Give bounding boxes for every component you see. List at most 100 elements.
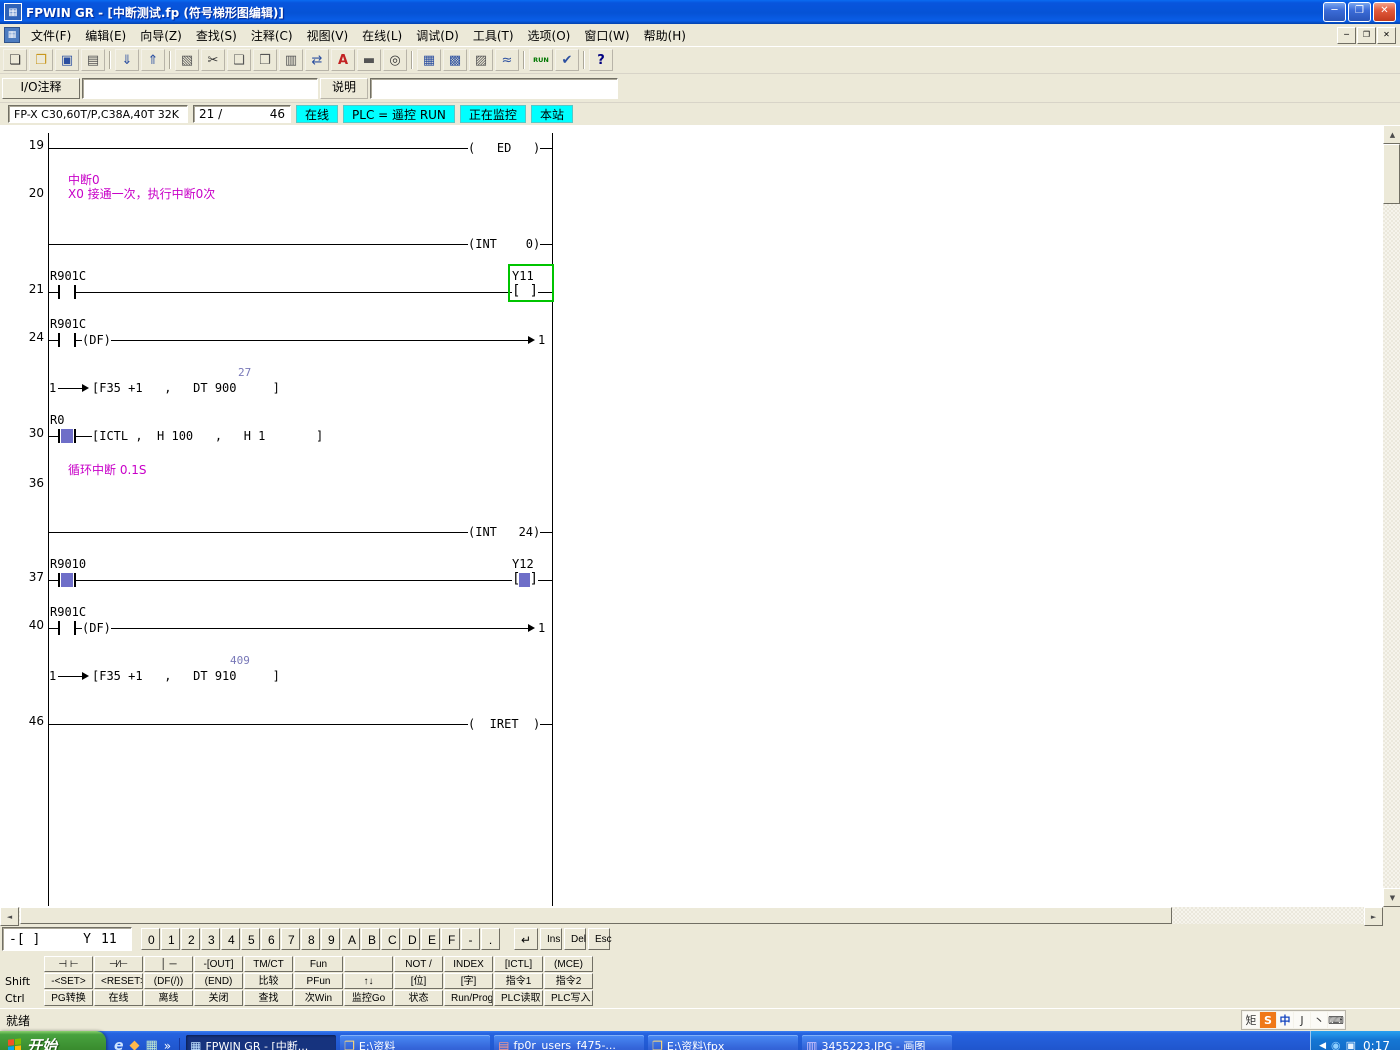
ed-instruction[interactable]: ( ED ) bbox=[468, 141, 540, 155]
taskbar-task-folder2[interactable]: ❐ E:\资料\fpx bbox=[648, 1035, 798, 1050]
fkey-button[interactable]: (END) bbox=[194, 973, 243, 989]
scroll-left-button[interactable]: ◄ bbox=[0, 907, 19, 926]
keypad-key[interactable]: E bbox=[421, 928, 440, 950]
select-mode-button[interactable]: ▧ bbox=[175, 49, 199, 71]
new-file-button[interactable]: ❏ bbox=[3, 49, 27, 71]
keypad-key[interactable]: 3 bbox=[201, 928, 220, 950]
ime-sogou-icon[interactable]: S bbox=[1260, 1012, 1276, 1028]
keypad-key[interactable]: 0 bbox=[141, 928, 160, 950]
contact-r901c[interactable] bbox=[58, 333, 76, 347]
program-check-button[interactable]: ✔ bbox=[555, 49, 579, 71]
keypad-key[interactable]: . bbox=[481, 928, 500, 950]
ime-chinese-icon[interactable]: 中 bbox=[1277, 1012, 1293, 1028]
ictl-instruction[interactable]: [ICTL , H 100 , H 1 ] bbox=[92, 429, 323, 443]
menu-options[interactable]: 选项(O) bbox=[521, 24, 578, 47]
child-restore-button[interactable]: ❐ bbox=[1357, 27, 1376, 44]
keypad-key[interactable]: D bbox=[401, 928, 420, 950]
delete-key[interactable]: Del bbox=[564, 928, 586, 950]
contact-r901c[interactable] bbox=[58, 285, 76, 299]
fkey-button[interactable]: 比较 bbox=[244, 973, 293, 989]
monitor-word-button[interactable]: ▩ bbox=[443, 49, 467, 71]
fkey-button[interactable]: 次Win bbox=[294, 990, 343, 1006]
ladder-canvas[interactable]: 19 20 21 24 30 36 37 40 46 ( ED ) 中断0 X0… bbox=[0, 125, 1383, 907]
contact-r901c[interactable] bbox=[58, 621, 76, 635]
fkey-button[interactable]: -<SET> bbox=[44, 973, 93, 989]
tray-icon[interactable]: ◉ bbox=[1331, 1039, 1341, 1050]
contact-r0-on[interactable] bbox=[58, 429, 76, 443]
keypad-key[interactable]: 7 bbox=[281, 928, 300, 950]
close-button[interactable]: ✕ bbox=[1373, 2, 1396, 22]
fkey-button[interactable]: 离线 bbox=[144, 990, 193, 1006]
io-comment-input[interactable] bbox=[82, 78, 318, 99]
fkey-button[interactable]: PLC读取 bbox=[494, 990, 543, 1006]
menu-window[interactable]: 窗口(W) bbox=[577, 24, 636, 47]
time-chart-button[interactable]: ≈ bbox=[495, 49, 519, 71]
run-prog-button[interactable]: RUN bbox=[529, 49, 553, 71]
fkey-button[interactable]: TM/CT bbox=[244, 956, 293, 972]
fkey-button[interactable]: NOT / bbox=[394, 956, 443, 972]
cut-button[interactable]: ✂ bbox=[201, 49, 225, 71]
ie-icon[interactable]: e bbox=[114, 1038, 124, 1050]
scroll-right-button[interactable]: ► bbox=[1364, 907, 1383, 926]
ime-keyboard-icon[interactable]: ⌨ bbox=[1328, 1012, 1344, 1028]
fkey-button[interactable]: ↑↓ bbox=[344, 973, 393, 989]
ime-punct-icon[interactable]: 丶 bbox=[1311, 1012, 1327, 1028]
fkey-button[interactable]: PFun bbox=[294, 973, 343, 989]
fkey-button[interactable]: [位] bbox=[394, 973, 443, 989]
scroll-up-button[interactable]: ▲ bbox=[1383, 125, 1400, 144]
fkey-button[interactable]: 关闭 bbox=[194, 990, 243, 1006]
vertical-scrollbar[interactable]: ▲ ▼ bbox=[1383, 125, 1400, 907]
f35-instruction[interactable]: [F35 +1 , DT 910 ] bbox=[92, 669, 280, 683]
status-display-button[interactable]: ▨ bbox=[469, 49, 493, 71]
keypad-key[interactable]: - bbox=[461, 928, 480, 950]
df-instruction[interactable]: (DF) bbox=[82, 333, 111, 347]
fkey-button[interactable]: -[OUT] bbox=[194, 956, 243, 972]
menu-online[interactable]: 在线(L) bbox=[355, 24, 409, 47]
f35-instruction[interactable]: [F35 +1 , DT 900 ] bbox=[92, 381, 280, 395]
fkey-button[interactable]: Run/Prog bbox=[444, 990, 493, 1006]
menu-help[interactable]: 帮助(H) bbox=[637, 24, 693, 47]
int0-instruction[interactable]: (INT 0) bbox=[468, 237, 540, 251]
fkey-button[interactable]: PG转换 bbox=[44, 990, 93, 1006]
taskbar-task-folder1[interactable]: ❐ E:\资料 bbox=[340, 1035, 490, 1050]
menu-file[interactable]: 文件(F) bbox=[24, 24, 78, 47]
child-close-button[interactable]: ✕ bbox=[1377, 27, 1396, 44]
fkey-button[interactable]: (MCE) bbox=[544, 956, 593, 972]
start-button[interactable]: 开始 bbox=[0, 1031, 106, 1050]
save-file-button[interactable]: ▣ bbox=[55, 49, 79, 71]
comment-button[interactable]: A bbox=[331, 49, 355, 71]
keypad-key[interactable]: C bbox=[381, 928, 400, 950]
help-button[interactable]: ? bbox=[589, 49, 613, 71]
menu-wizard[interactable]: 向导(Z) bbox=[133, 24, 189, 47]
plc-download-button[interactable]: ⇓ bbox=[115, 49, 139, 71]
menu-comment[interactable]: 注释(C) bbox=[244, 24, 300, 47]
chevron-icon[interactable]: » bbox=[164, 1039, 171, 1050]
quicklaunch-icon[interactable]: ◆ bbox=[130, 1038, 140, 1050]
menu-view[interactable]: 视图(V) bbox=[300, 24, 356, 47]
fkey-button[interactable]: INDEX bbox=[444, 956, 493, 972]
plc-upload-button[interactable]: ⇑ bbox=[141, 49, 165, 71]
keypad-key[interactable]: A bbox=[341, 928, 360, 950]
fkey-button[interactable]: 查找 bbox=[244, 990, 293, 1006]
tray-chevron-icon[interactable]: ◀ bbox=[1319, 1041, 1326, 1050]
vertical-scroll-track[interactable] bbox=[1383, 144, 1400, 888]
horizontal-scrollbar[interactable]: ◄ ► bbox=[0, 907, 1400, 924]
description-input[interactable] bbox=[370, 78, 618, 99]
minimize-button[interactable]: ─ bbox=[1323, 2, 1346, 22]
vertical-scroll-thumb[interactable] bbox=[1383, 144, 1400, 204]
int24-instruction[interactable]: (INT 24) bbox=[468, 525, 540, 539]
coil-y12-on[interactable]: [ ] bbox=[512, 573, 538, 587]
keypad-key[interactable]: 9 bbox=[321, 928, 340, 950]
fkey-button[interactable]: 监控Go bbox=[344, 990, 393, 1006]
taskbar-task-pdf[interactable]: ▤ fp0r_users_f475-... bbox=[494, 1035, 644, 1050]
menu-search[interactable]: 查找(S) bbox=[189, 24, 244, 47]
contact-r9010-on[interactable] bbox=[58, 573, 76, 587]
fkey-button[interactable]: ⊣ ⊢ bbox=[44, 956, 93, 972]
ime-mode-icon[interactable]: J bbox=[1294, 1012, 1310, 1028]
taskbar-task-fpwin[interactable]: ▦ FPWIN GR - [中断... bbox=[186, 1035, 336, 1050]
fkey-button[interactable]: Fun bbox=[294, 956, 343, 972]
iret-instruction[interactable]: ( IRET ) bbox=[468, 717, 540, 731]
enter-key[interactable]: ↵ bbox=[514, 928, 538, 950]
restore-button[interactable]: ❐ bbox=[1348, 2, 1371, 22]
paste-button[interactable]: ❒ bbox=[253, 49, 277, 71]
